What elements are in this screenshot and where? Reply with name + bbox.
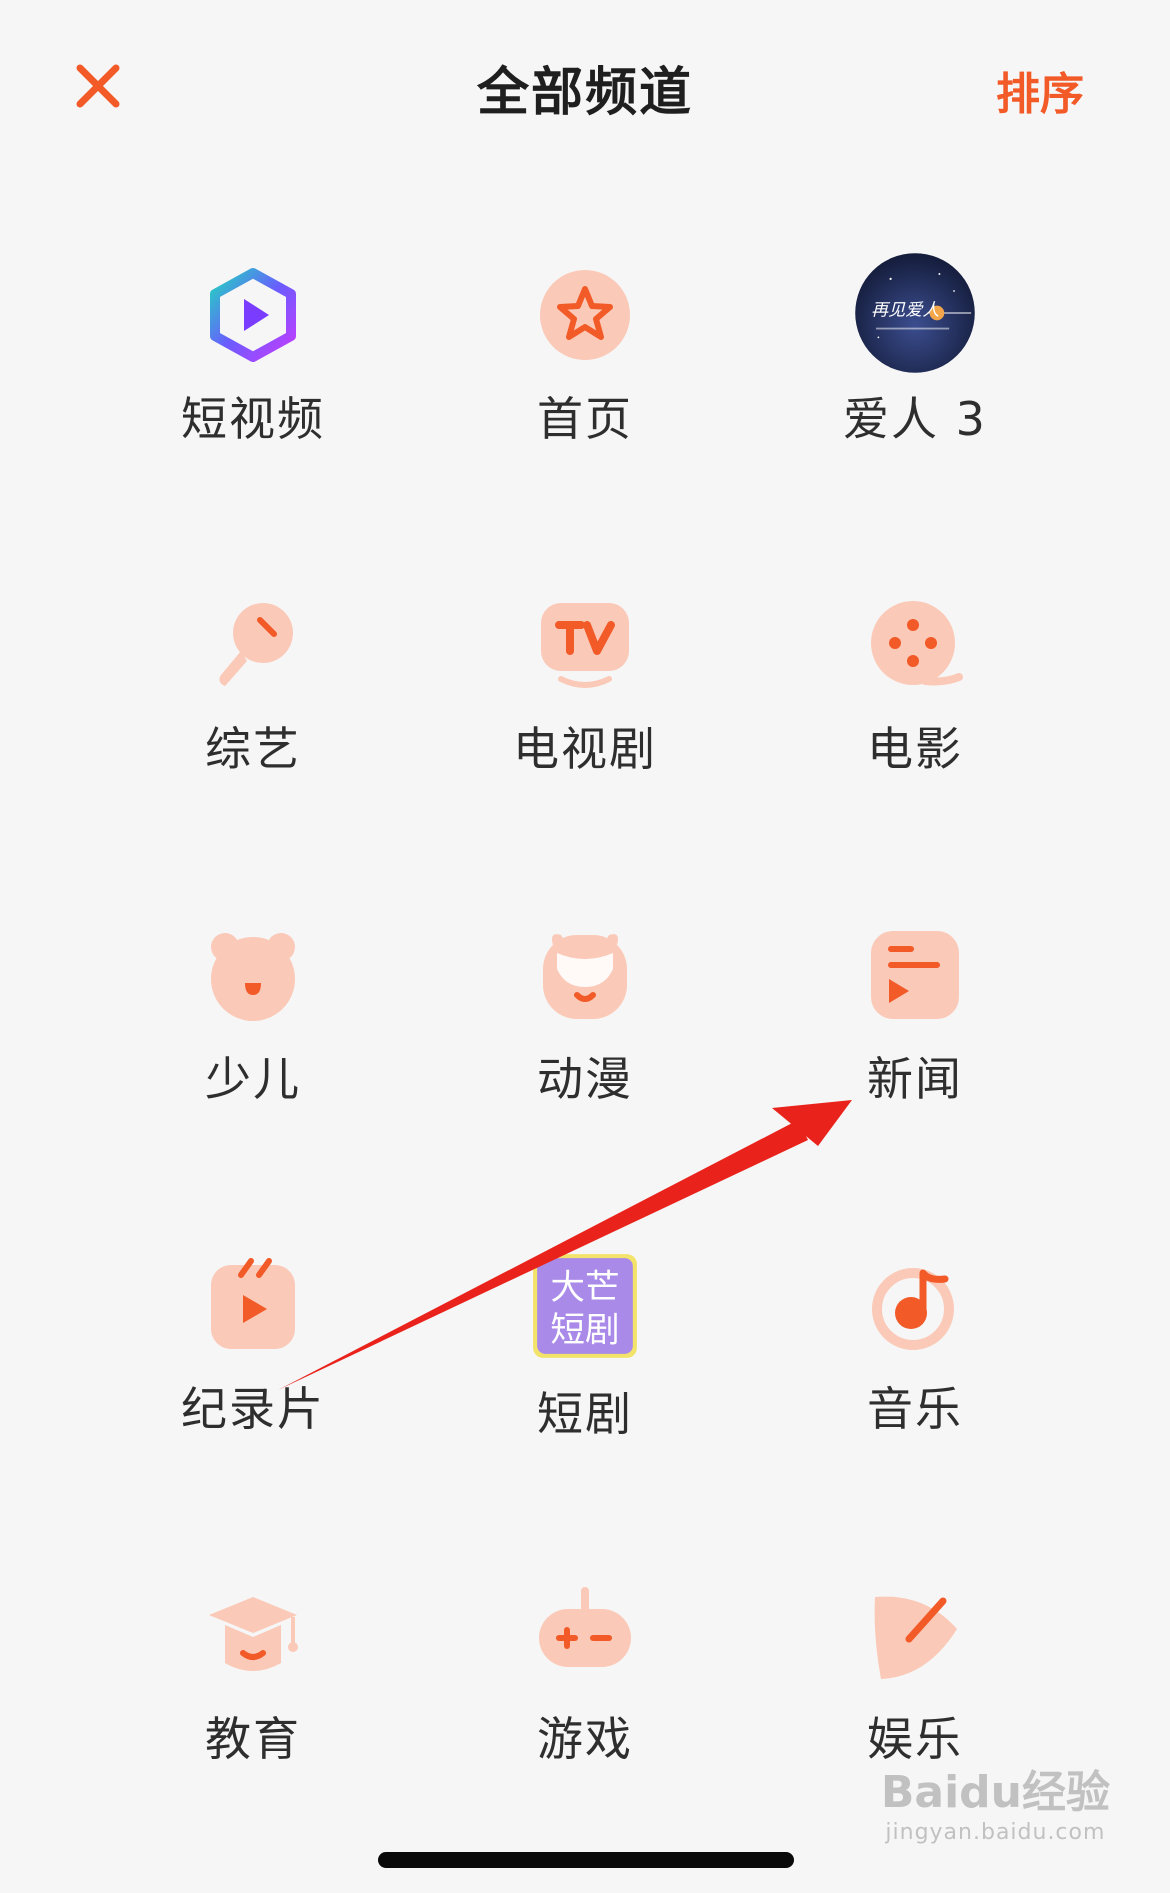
channel-label: 纪录片 xyxy=(181,1382,325,1436)
short-drama-badge: 大芒 短剧 xyxy=(533,1254,637,1358)
graduation-cap-icon xyxy=(209,1597,298,1671)
short-video-icon xyxy=(210,268,296,362)
channel-games[interactable]: 游戏 xyxy=(420,1585,750,1845)
watermark-url: jingyan.baidu.com xyxy=(885,1820,1106,1845)
channel-label: 综艺 xyxy=(205,722,301,776)
channel-short-drama[interactable]: 大芒 短剧 短剧 xyxy=(420,1250,750,1510)
channel-tv-series[interactable]: 电视剧 xyxy=(420,595,750,855)
channel-label: 游戏 xyxy=(537,1712,633,1766)
channel-music[interactable]: 音乐 xyxy=(750,1255,1080,1515)
news-icon xyxy=(871,931,959,1019)
leaf-pen-icon xyxy=(874,1596,957,1679)
channel-label: 电视剧 xyxy=(513,722,657,776)
badge-line2: 短剧 xyxy=(550,1311,619,1351)
channel-variety[interactable]: 综艺 xyxy=(88,595,418,855)
channel-label: 动漫 xyxy=(537,1052,633,1106)
microphone-icon xyxy=(219,603,293,686)
channel-grid: 短视频 首页 再见爱人 爱人 3 综艺 电视剧 电影 少儿 动漫 新闻 纪录片 … xyxy=(0,0,1170,1893)
channel-movie[interactable]: 电影 xyxy=(750,595,1080,855)
watermark: Baidu经验 jingyan.baidu.com xyxy=(881,1756,1110,1845)
music-note-icon xyxy=(872,1268,954,1350)
channel-label: 少儿 xyxy=(205,1052,301,1106)
poster-title: 再见爱人 xyxy=(871,300,939,320)
clapper-icon xyxy=(211,1258,295,1349)
film-reel-icon xyxy=(871,601,963,686)
channel-label: 首页 xyxy=(537,392,633,446)
channel-label: 教育 xyxy=(205,1712,301,1766)
channel-couple-show[interactable]: 再见爱人 爱人 3 xyxy=(750,252,1080,512)
home-indicator[interactable] xyxy=(378,1852,794,1868)
channel-label: 短剧 xyxy=(537,1387,633,1441)
channel-anime[interactable]: 动漫 xyxy=(420,925,750,1185)
bear-icon xyxy=(211,933,295,1021)
star-icon xyxy=(540,270,630,360)
channel-documentary[interactable]: 纪录片 xyxy=(88,1255,418,1515)
channel-label: 新闻 xyxy=(867,1052,963,1106)
channel-home[interactable]: 首页 xyxy=(420,265,750,525)
tv-icon xyxy=(541,603,629,688)
channel-news[interactable]: 新闻 xyxy=(750,925,1080,1185)
channel-label: 电影 xyxy=(867,722,963,776)
channel-education[interactable]: 教育 xyxy=(88,1585,418,1845)
anime-face-icon xyxy=(543,934,627,1019)
badge-line1: 大芒 xyxy=(550,1268,619,1308)
channel-kids[interactable]: 少儿 xyxy=(88,925,418,1185)
channel-label: 爱人 3 xyxy=(843,392,987,446)
channel-label: 短视频 xyxy=(181,392,325,446)
channel-short-video[interactable]: 短视频 xyxy=(88,265,418,525)
channel-label: 音乐 xyxy=(867,1382,963,1436)
gamepad-icon xyxy=(539,1587,631,1667)
watermark-logo: Baidu经验 xyxy=(880,1767,1110,1818)
poster-thumbnail: 再见爱人 xyxy=(855,253,975,373)
